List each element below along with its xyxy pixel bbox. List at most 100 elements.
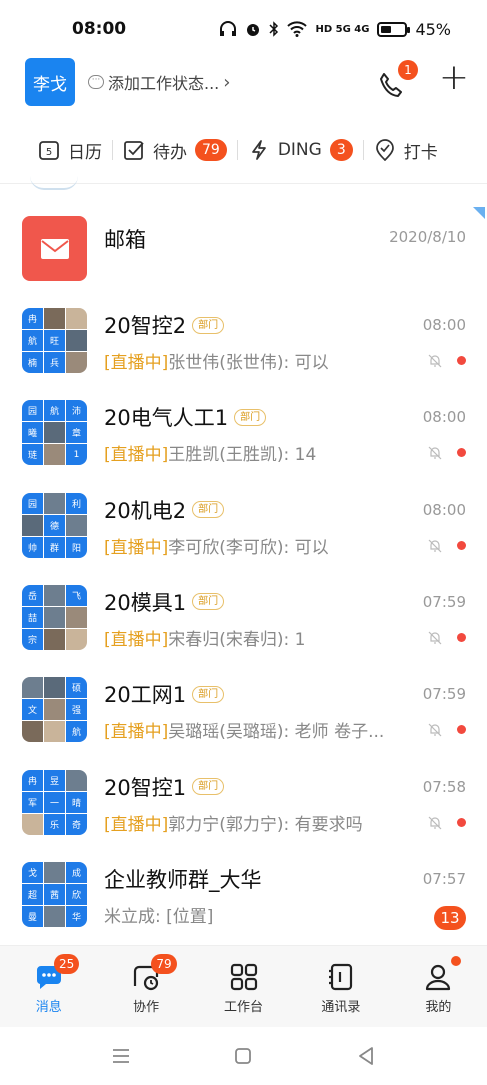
avatar-cell (44, 677, 65, 699)
tab-messages-label: 消息 (35, 1000, 62, 1015)
tab-messages[interactable]: 消息 25 (0, 946, 97, 1027)
conversation-time: 07:58 (422, 777, 466, 796)
quick-checkin[interactable]: 打卡 (374, 135, 438, 165)
conversation-title-wrap: 20机电2 部门 (104, 495, 225, 525)
phone-call-button[interactable]: 1 (376, 60, 418, 100)
tab-profile[interactable]: 我的 (390, 946, 487, 1027)
tab-contacts[interactable]: 通讯录 (292, 946, 389, 1027)
work-status-label: 添加工作状态... (108, 74, 220, 93)
avatar-cell: 航 (66, 721, 87, 743)
avatar-cell (22, 514, 43, 536)
add-work-status[interactable]: ··· 添加工作状态... › (88, 70, 230, 94)
conversation-time: 07:59 (422, 685, 466, 704)
status-icons: HD 5G 4G 45% (219, 20, 451, 39)
unread-dot (457, 725, 466, 735)
workbench-icon (230, 963, 257, 991)
home-icon[interactable] (228, 1041, 258, 1071)
quick-calendar-label: 日历 (68, 142, 102, 163)
department-tag: 部门 (192, 593, 225, 611)
back-icon[interactable] (351, 1041, 381, 1071)
call-badge: 1 (398, 60, 418, 80)
avatar-cell (44, 721, 65, 743)
ding-badge: 3 (329, 139, 353, 161)
tab-workbench-label: 工作台 (224, 1000, 264, 1015)
conversation-row[interactable]: 岳 飞喆宗 20模具1 部门 [直播中]宋春归(宋春归): 1 07:59 (0, 584, 487, 677)
conversation-preview-wrap: [直播中]李可欣(李可欣): 可以 (104, 533, 329, 558)
tab-workbench[interactable]: 工作台 (195, 946, 292, 1027)
avatar-cell (22, 677, 43, 699)
avatar-cell: 成 (66, 861, 87, 883)
avatar-cell: 园 (22, 492, 43, 514)
conversation-time: 07:57 (422, 869, 466, 888)
conversation-title: 20工网1 (104, 683, 187, 708)
conversation-row[interactable]: 园航沛曦 章琏 1 20电气人工1 部门 [直播中]王胜凯(王胜凯): 14 08:00 (0, 400, 487, 492)
conversation-time: 08:00 (422, 316, 466, 334)
muted-bell-icon (428, 631, 442, 645)
conversation-title-wrap: 20工网1 部门 (104, 679, 225, 709)
avatar-cell: 华 (66, 905, 87, 927)
avatar-cell (44, 444, 65, 466)
avatar-cell: 岳 (22, 584, 43, 606)
group-avatar: 园 利德帅群阳 (22, 492, 87, 558)
conversation-preview-wrap: [直播中]宋春归(宋春归): 1 (104, 625, 305, 650)
todo-badge: 79 (195, 139, 227, 161)
group-avatar: 岳 飞喆宗 (22, 584, 87, 650)
avatar-cell: 曼 (22, 905, 43, 927)
avatar-cell: 冉 (22, 769, 43, 791)
unread-dot (457, 632, 466, 642)
pulldown-arc (30, 176, 78, 190)
avatar-cell (44, 699, 65, 721)
avatar-cell (66, 514, 87, 536)
conversation-preview: 吴璐瑶(吴璐瑶): 老师 卷子... (168, 722, 385, 743)
conversation-preview: 宋春归(宋春归): 1 (168, 629, 306, 650)
conversation-row[interactable]: 冉航旺楠兵 20智控2 部门 [直播中]张世伟(张世伟): 可以 08:00 (0, 308, 487, 400)
battery-percent: 45% (415, 19, 451, 39)
conversation-row[interactable]: 园 利德帅群阳 20机电2 部门 [直播中]李可欣(李可欣): 可以 08:00 (0, 492, 487, 585)
quick-todo[interactable]: 待办 79 (123, 135, 227, 165)
department-tag: 部门 (234, 408, 267, 426)
mailbox-row[interactable]: 邮箱 2020/8/10 (0, 216, 487, 308)
live-status: [直播中] (104, 814, 169, 835)
conversation-row[interactable]: 戈 成超茜欣曼 华企业教师群_大华 米立成: [位置] 07:57 13 (0, 861, 487, 954)
muted-bell-icon (428, 354, 442, 368)
add-button[interactable]: + (436, 60, 472, 98)
conversation-preview: 张世伟(张世伟): 可以 (168, 353, 329, 373)
conversation-row[interactable]: 硕文 强航 20工网1 部门 [直播中]吴璐瑶(吴璐瑶): 老师 卷子... 07:59 (0, 677, 487, 769)
alarm-icon (247, 24, 260, 36)
conversation-title-wrap: 20电气人工1 部门 (104, 402, 267, 432)
department-tag: 部门 (192, 685, 225, 703)
avatar-cell: 兵 (44, 352, 65, 373)
conversation-title: 20电气人工1 (104, 406, 229, 431)
conversation-title: 企业教师群_大华 (104, 867, 262, 892)
mail-avatar (22, 216, 87, 281)
avatar-cell (44, 905, 65, 927)
live-status: [直播中] (104, 445, 169, 466)
mailbox-title: 邮箱 (104, 228, 146, 252)
profile-icon (426, 964, 451, 991)
muted-bell-icon (428, 723, 442, 737)
status-bar: 08:00 HD 5G 4G 45% (0, 0, 487, 58)
quick-calendar[interactable]: 5 日历 (38, 135, 102, 165)
wifi-icon (287, 21, 308, 37)
tab-contacts-label: 通讯录 (321, 1000, 361, 1015)
conversation-row[interactable]: 冉昱军一晴乐奇 20智控1 部门 [直播中]郭力宁(郭力宁): 有要求吗 07:58 (0, 769, 487, 862)
separator (112, 140, 113, 160)
mailbox-time: 2020/8/10 (389, 228, 466, 246)
tab-collab[interactable]: 协作 79 (97, 946, 194, 1027)
my-avatar[interactable]: 李戈 (25, 58, 75, 106)
avatar-cell: 飞 (66, 584, 87, 606)
menu-icon[interactable] (106, 1041, 136, 1071)
avatar-cell: 航 (22, 330, 43, 351)
avatar-cell (66, 352, 87, 373)
muted-bell-icon (428, 816, 442, 829)
avatar-cell (66, 308, 87, 329)
quick-ding[interactable]: DING 3 (248, 135, 353, 165)
avatar-cell: 曦 (22, 422, 43, 444)
avatar-cell: 超 (22, 883, 43, 905)
quick-checkin-label: 打卡 (403, 142, 438, 163)
group-avatar: 冉昱军一晴乐奇 (22, 769, 87, 835)
avatar-cell: 章 (66, 422, 87, 444)
avatar-cell: 奇 (66, 813, 87, 835)
avatar-cell (44, 422, 65, 444)
avatar-cell (44, 584, 65, 606)
